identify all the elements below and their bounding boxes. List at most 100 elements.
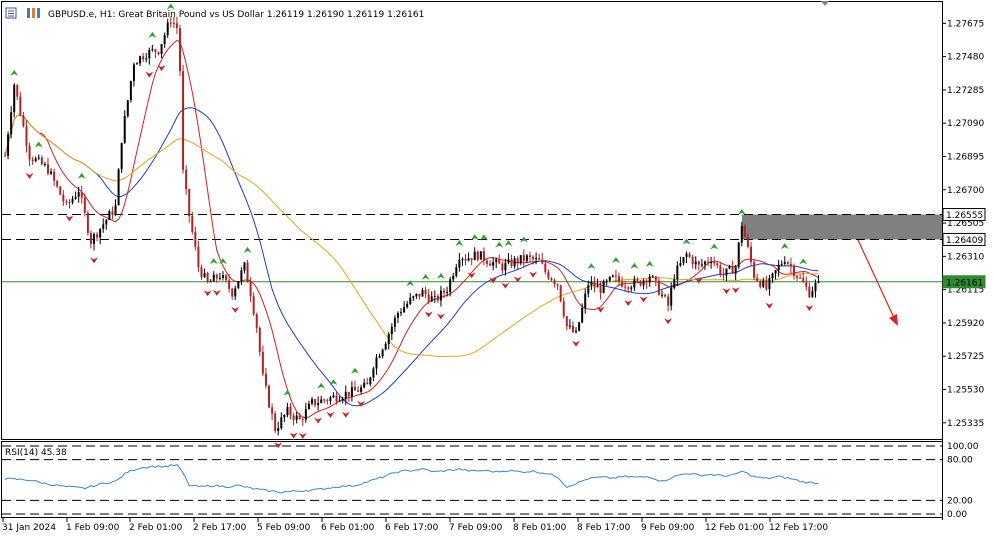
rsi-axis-label: 100.00: [947, 442, 979, 452]
candle-body: [507, 259, 510, 263]
candle-body: [56, 180, 59, 187]
candle-body: [697, 261, 700, 265]
candle-body: [338, 400, 341, 402]
time-tick-label: 1 Feb 09:00: [66, 523, 120, 533]
candle-body: [31, 159, 34, 162]
candle-body: [212, 274, 215, 282]
candle-body: [571, 325, 574, 333]
candle-body: [89, 233, 92, 244]
candle-body: [590, 282, 593, 286]
candle-body: [360, 387, 363, 392]
price-axis[interactable]: 1.27675 1.27480 1.27285 1.27090 1.26895 1.267…: [942, 19, 986, 429]
candle-body: [633, 279, 636, 288]
time-tick-label: 6 Feb 17:00: [385, 523, 439, 533]
candle-body: [498, 259, 501, 264]
candle-body: [768, 278, 771, 290]
candle-body: [252, 296, 255, 315]
candle-body: [427, 294, 430, 302]
candle-body: [485, 260, 488, 264]
candle-body: [203, 272, 206, 277]
candle-body: [578, 322, 581, 331]
candle-body: [148, 49, 151, 59]
candle-body: [731, 265, 734, 274]
candle-body: [605, 280, 608, 282]
candle-body: [746, 236, 749, 247]
candle-body: [621, 281, 624, 287]
candle-body: [467, 258, 470, 261]
candle-body: [274, 413, 277, 432]
candle-body: [513, 258, 516, 267]
chart-menu-icon[interactable]: [5, 7, 17, 19]
candle-body: [734, 266, 737, 274]
candle-body: [390, 326, 393, 335]
candle-body: [400, 312, 403, 314]
rsi-axis-label: 80.00: [947, 456, 973, 466]
price-tick-label: 1.25530: [947, 385, 984, 395]
candle-body: [163, 35, 166, 45]
time-axis[interactable]: 31 Jan 2024 1 Feb 09:00 2 Feb 01:00 2 Feb 1…: [2, 518, 828, 533]
candle-body: [673, 279, 676, 288]
indicator-icon[interactable]: [27, 8, 40, 18]
time-tick-label: 31 Jan 2024: [2, 523, 56, 533]
candle-body: [753, 261, 756, 278]
candle-body: [664, 294, 667, 297]
candle-body: [206, 272, 209, 282]
candle-body: [409, 297, 412, 304]
candle-body: [249, 282, 252, 297]
candle-body: [719, 265, 722, 275]
candle-body: [541, 259, 544, 264]
candle-body: [145, 58, 148, 60]
candle-body: [412, 296, 415, 298]
candle-body: [258, 327, 261, 353]
candle-body: [68, 202, 71, 204]
candle-body: [700, 264, 703, 266]
price-highlight-0: 1.26555: [942, 208, 986, 222]
candle-body: [169, 22, 172, 24]
candle-body: [651, 276, 654, 278]
candle-body: [728, 265, 731, 269]
time-tick-label: 8 Feb 17:00: [577, 523, 631, 533]
candle-body: [611, 275, 614, 277]
time-tick-label: 12 Feb 01:00: [705, 523, 764, 533]
candle-body: [40, 157, 43, 165]
time-tick-label: 9 Feb 09:00: [641, 523, 695, 533]
candle-body: [593, 282, 596, 288]
candle-body: [396, 313, 399, 318]
price-tick-label: 1.26310: [947, 252, 984, 262]
candle-body: [424, 289, 427, 295]
candle-body: [375, 357, 378, 369]
candle-body: [406, 303, 409, 308]
candle-body: [783, 262, 786, 264]
candle-body: [341, 398, 344, 401]
candle-body: [194, 231, 197, 247]
candle-body: [344, 392, 347, 399]
candle-body: [200, 267, 203, 277]
candle-body: [99, 228, 102, 238]
candle-body: [157, 52, 160, 55]
candle-body: [132, 64, 135, 82]
candle-body: [301, 419, 304, 421]
candle-body: [636, 279, 639, 281]
candle-body: [317, 403, 320, 405]
time-tick-label: 5 Feb 09:00: [257, 523, 311, 533]
trading-chart[interactable]: GBPUSD.e, H1: Great Britain Pound vs US …: [0, 0, 995, 538]
time-tick-label: 2 Feb 01:00: [129, 523, 183, 533]
price-tick-label: 1.25725: [947, 352, 984, 362]
candle-body: [479, 251, 482, 260]
candle-body: [710, 262, 713, 264]
chart-title: GBPUSD.e, H1: Great Britain Pound vs US …: [48, 10, 424, 20]
candle-body: [246, 262, 249, 283]
candle-body: [682, 257, 685, 264]
candle-body: [357, 390, 360, 392]
candle-body: [335, 395, 338, 402]
candle-body: [353, 386, 356, 391]
candle-body: [756, 277, 759, 282]
candle-body: [562, 301, 565, 317]
candle-body: [93, 234, 96, 244]
candle-body: [489, 263, 492, 266]
chart-header: GBPUSD.e, H1: Great Britain Pound vs US …: [5, 7, 424, 20]
candle-body: [231, 288, 234, 297]
time-tick-label: 2 Feb 17:00: [193, 523, 247, 533]
candle-body: [679, 263, 682, 266]
candle-body: [255, 314, 258, 328]
